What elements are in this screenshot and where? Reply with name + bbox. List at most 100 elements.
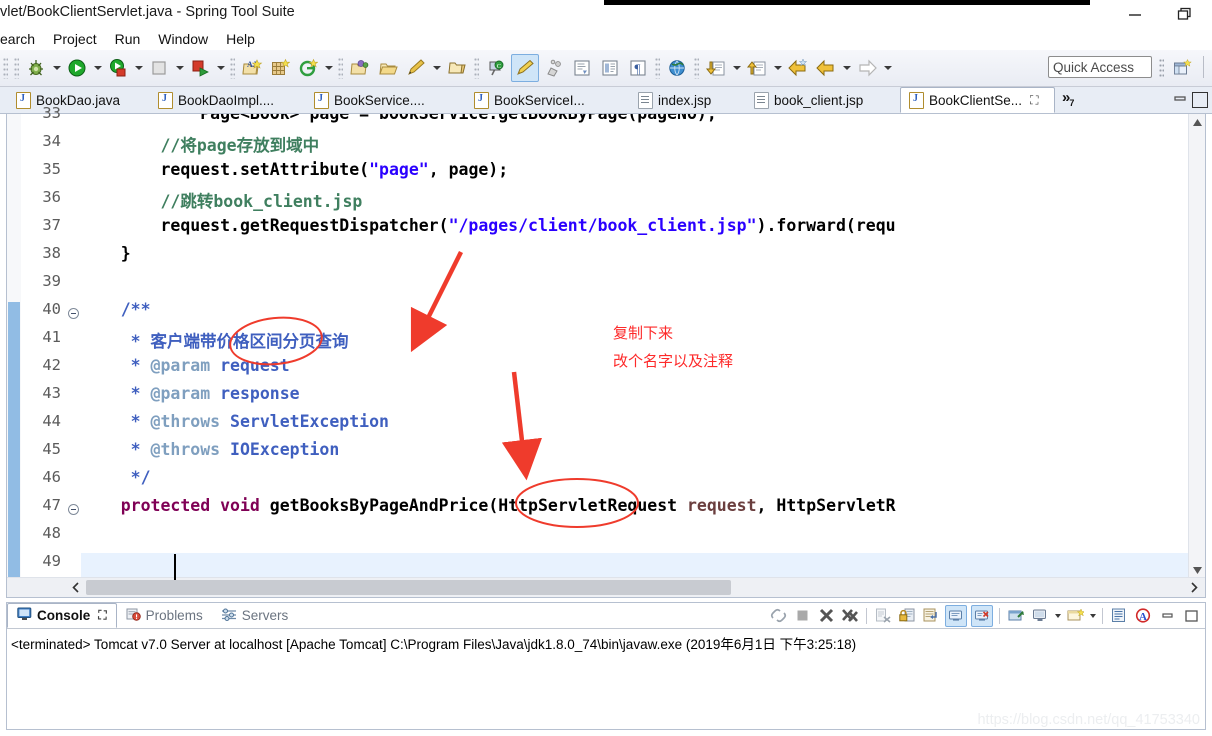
previous-edit-dropdown-arrow[interactable]: [840, 55, 853, 81]
show-console-on-error-icon[interactable]: [971, 604, 993, 627]
scroll-down-arrow[interactable]: [1189, 562, 1205, 578]
run-external-dropdown-arrow[interactable]: [132, 55, 145, 81]
terminate-all-icon[interactable]: [768, 606, 788, 626]
code-line[interactable]: * 客户端带价格区间分页查询: [81, 328, 349, 352]
new-java-project-icon[interactable]: AJ: [239, 55, 265, 81]
run-external-tools-icon[interactable]: [105, 55, 131, 81]
code-line[interactable]: * @throws ServletException: [81, 412, 389, 431]
toolbar-grip[interactable]: [3, 57, 8, 79]
marker-brush-icon[interactable]: [511, 54, 539, 82]
debug-icon[interactable]: [23, 55, 49, 81]
previous-edit-icon[interactable]: [813, 55, 839, 81]
console-tab-servers[interactable]: Servers: [212, 603, 298, 628]
code-line[interactable]: request.getRequestDispatcher("/pages/cli…: [81, 216, 895, 235]
code-line[interactable]: * @param response: [81, 384, 300, 403]
previous-annotation-dropdown-arrow[interactable]: [771, 55, 784, 81]
scroll-up-arrow[interactable]: [1189, 114, 1205, 130]
console-tab-problems[interactable]: Problems: [117, 603, 212, 628]
close-icon[interactable]: ⛶: [1030, 93, 1038, 108]
stop-dropdown-arrow[interactable]: [173, 55, 186, 81]
new-spring-dropdown-arrow[interactable]: [322, 55, 335, 81]
code-line[interactable]: request.setAttribute("page", page);: [81, 160, 508, 179]
quick-access-grip[interactable]: [1159, 58, 1164, 78]
console-view-menu-icon[interactable]: [1109, 606, 1129, 626]
menu-search[interactable]: earch: [0, 31, 44, 47]
editor-vertical-scrollbar[interactable]: [1188, 114, 1205, 578]
editor-tab-bookclientservlet[interactable]: BookClientSe... ⛶: [900, 87, 1055, 113]
toolbar-grip[interactable]: [14, 57, 19, 79]
edit-pencil-icon[interactable]: [403, 55, 429, 81]
scroll-right-arrow[interactable]: [1185, 578, 1203, 597]
open-console-icon[interactable]: [1065, 606, 1085, 626]
edit-dropdown-arrow[interactable]: [430, 55, 443, 81]
menu-run[interactable]: Run: [106, 31, 150, 47]
cleanup-icon[interactable]: [541, 55, 567, 81]
quick-access-input[interactable]: Quick Access: [1048, 56, 1152, 78]
remove-all-launches-icon[interactable]: [840, 606, 860, 626]
clear-console-icon[interactable]: [873, 606, 893, 626]
paragraph-icon[interactable]: ¶: [625, 55, 651, 81]
menu-project[interactable]: Project: [44, 31, 106, 47]
editor-tab-bookserviceimpl[interactable]: BookServiceI...: [466, 87, 608, 113]
open-resource-icon[interactable]: [444, 55, 470, 81]
menu-help[interactable]: Help: [217, 31, 264, 47]
code-line[interactable]: */: [81, 468, 151, 487]
previous-annotation-icon[interactable]: [744, 55, 770, 81]
search-icon[interactable]: C: [483, 55, 509, 81]
editor-tab-book-client-jsp[interactable]: book_client.jsp: [746, 87, 886, 113]
forward-icon[interactable]: [854, 55, 880, 81]
scroll-lock-icon[interactable]: [897, 606, 917, 626]
editor-tab-index-jsp[interactable]: index.jsp: [630, 87, 730, 113]
code-line[interactable]: Page<Book> page = bookService.getBookByP…: [81, 114, 717, 123]
new-spring-icon[interactable]: [295, 55, 321, 81]
code-area[interactable]: Page<Book> page = bookService.getBookByP…: [81, 114, 1189, 578]
horizontal-scroll-thumb[interactable]: [86, 580, 731, 595]
console-maximize-icon[interactable]: [1181, 606, 1201, 626]
code-line[interactable]: * @param request: [81, 356, 290, 375]
run-dropdown-arrow[interactable]: [91, 55, 104, 81]
restore-icon[interactable]: [1172, 3, 1198, 25]
pin-console-icon[interactable]: [1006, 606, 1026, 626]
minimize-icon[interactable]: [1122, 3, 1148, 25]
run-icon[interactable]: [64, 55, 90, 81]
show-console-on-output-icon[interactable]: [945, 604, 967, 627]
open-console-dropdown-arrow[interactable]: [1087, 606, 1098, 626]
code-line[interactable]: /**: [81, 300, 151, 319]
next-annotation-icon[interactable]: [703, 55, 729, 81]
console-minimize-icon[interactable]: [1157, 606, 1177, 626]
editor-horizontal-scrollbar[interactable]: [7, 577, 1205, 597]
toggle-mark-occurrences-icon[interactable]: [597, 55, 623, 81]
editor-tab-overflow[interactable]: »7: [1062, 89, 1075, 108]
folding-gutter[interactable]: [67, 114, 81, 578]
menu-window[interactable]: Window: [149, 31, 217, 47]
console-tab-console[interactable]: Console ⛶: [7, 603, 117, 628]
run-server-icon[interactable]: [187, 55, 213, 81]
toolbar-grip[interactable]: [474, 57, 479, 79]
editor-minimize-icon[interactable]: [1172, 92, 1188, 108]
annotation-icon[interactable]: A: [1133, 606, 1153, 626]
fold-toggle-icon[interactable]: [68, 308, 79, 319]
open-perspective-icon[interactable]: [1170, 56, 1194, 80]
code-line[interactable]: * @throws IOException: [81, 440, 340, 459]
stop-icon[interactable]: [146, 55, 172, 81]
code-line[interactable]: protected void getBooksByPageAndPrice(Ht…: [81, 496, 896, 515]
editor-marker-bar[interactable]: [7, 114, 22, 578]
word-wrap-icon[interactable]: [921, 606, 941, 626]
run-server-dropdown-arrow[interactable]: [214, 55, 227, 81]
remove-launch-icon[interactable]: [816, 606, 836, 626]
fold-toggle-icon[interactable]: [68, 504, 79, 515]
editor-tab-bookservice[interactable]: BookService....: [306, 87, 448, 113]
new-grid-icon[interactable]: [267, 55, 293, 81]
code-editor[interactable]: 33 34 35 36 37 38 39 40 41 42 43 44 45 46 47 48 49 Page<…: [6, 104, 1206, 598]
toggle-block-icon[interactable]: [569, 55, 595, 81]
code-line[interactable]: //将page存放到域中: [81, 132, 319, 156]
toolbar-grip[interactable]: [230, 57, 235, 79]
display-selected-console-icon[interactable]: [1030, 606, 1050, 626]
editor-tab-bookdaoimpl[interactable]: BookDaoImpl....: [150, 87, 290, 113]
stop-icon[interactable]: [792, 606, 812, 626]
debug-dropdown-arrow[interactable]: [50, 55, 63, 81]
back-icon[interactable]: [785, 55, 811, 81]
browser-icon[interactable]: [664, 55, 690, 81]
forward-dropdown-arrow[interactable]: [881, 55, 894, 81]
toolbar-grip[interactable]: [655, 57, 660, 79]
